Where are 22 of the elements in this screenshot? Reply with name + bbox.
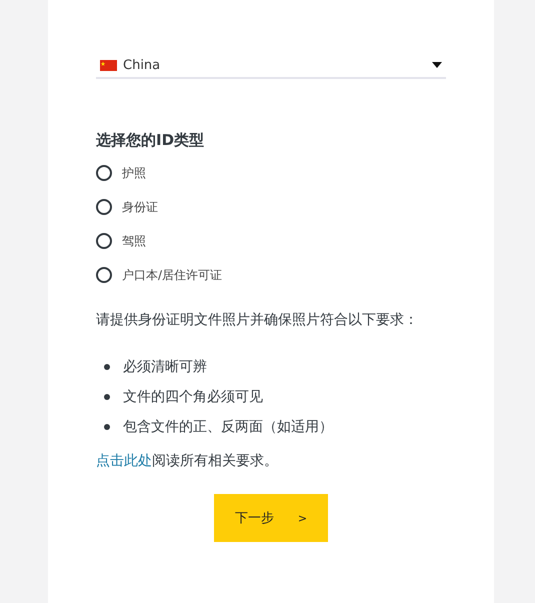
flag-icon xyxy=(100,60,117,70)
bullet-icon xyxy=(104,364,110,370)
requirement-text: 包含文件的正、反两面（如适用） xyxy=(123,418,333,437)
bullet-icon xyxy=(104,394,110,400)
instructions-text: 请提供身份证明文件照片并确保照片符合以下要求： xyxy=(96,311,419,330)
section-title: 选择您的ID类型 xyxy=(96,131,206,150)
info-sentence: 点击此处阅读所有相关要求。 xyxy=(96,452,279,470)
radio-button[interactable] xyxy=(96,233,112,249)
radio-button[interactable] xyxy=(96,267,112,283)
caret-icon xyxy=(432,62,442,68)
requirement-text: 必须清晰可辨 xyxy=(123,358,207,377)
radio-button[interactable] xyxy=(96,199,112,215)
option-label[interactable]: 户口本/居住许可证 xyxy=(122,266,222,284)
option-label[interactable]: 护照 xyxy=(122,164,146,182)
option-label[interactable]: 驾照 xyxy=(122,232,146,250)
requirement-text: 文件的四个角必须可见 xyxy=(123,388,263,407)
radio-button[interactable] xyxy=(96,165,112,181)
read-more-link[interactable]: 点击此处 xyxy=(96,453,152,469)
bullet-icon xyxy=(104,424,110,430)
next-button[interactable]: 下一步 > xyxy=(214,494,328,542)
option-label[interactable]: 身份证 xyxy=(122,198,158,216)
country-select[interactable]: China xyxy=(96,56,446,79)
